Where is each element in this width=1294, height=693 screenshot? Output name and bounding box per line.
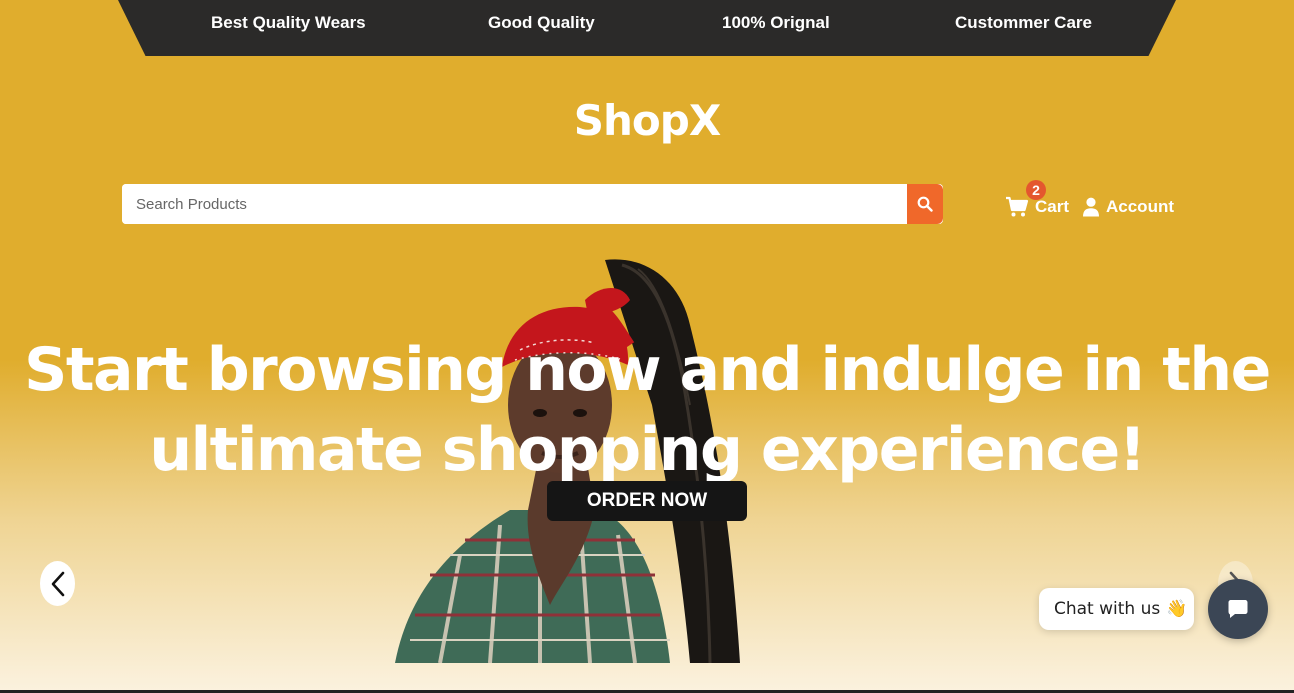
chat-launcher-button[interactable]: [1208, 579, 1268, 639]
search-icon: [917, 196, 933, 212]
chat-prompt-bubble[interactable]: Chat with us 👋: [1039, 588, 1194, 630]
search-button[interactable]: [907, 184, 943, 224]
hero-headline-line-1: Start browsing now and indulge in the: [24, 335, 1271, 405]
cart-label: Cart: [1035, 197, 1070, 216]
topbar-item-customer-care: Custommer Care: [955, 13, 1092, 32]
hero-headline-line-2: ultimate shopping experience!: [149, 415, 1146, 485]
search-input[interactable]: [122, 184, 907, 224]
topbar-item-best-quality-wears: Best Quality Wears: [211, 13, 366, 32]
account-label: Account: [1106, 197, 1174, 216]
account-link[interactable]: Account: [1082, 192, 1174, 222]
site-logo[interactable]: ShopX: [0, 96, 1294, 145]
topbar-item-original: 100% Orignal: [722, 13, 830, 32]
chat-prompt-label: Chat with us: [1054, 599, 1161, 619]
cart-icon: [1006, 196, 1029, 217]
order-now-button[interactable]: ORDER NOW: [547, 481, 747, 521]
topbar-item-good-quality: Good Quality: [488, 13, 595, 32]
wave-emoji-icon: 👋: [1166, 599, 1188, 619]
carousel-prev-button[interactable]: [40, 561, 75, 606]
user-icon: [1083, 197, 1099, 217]
chat-icon: [1228, 600, 1248, 618]
cart-link[interactable]: 2 Cart: [1005, 180, 1070, 222]
search-bar: [122, 184, 943, 224]
cart-count-badge: 2: [1026, 180, 1046, 200]
chevron-left-icon: [51, 571, 64, 596]
hero-headline: Start browsing now and indulge in the ul…: [0, 330, 1294, 490]
